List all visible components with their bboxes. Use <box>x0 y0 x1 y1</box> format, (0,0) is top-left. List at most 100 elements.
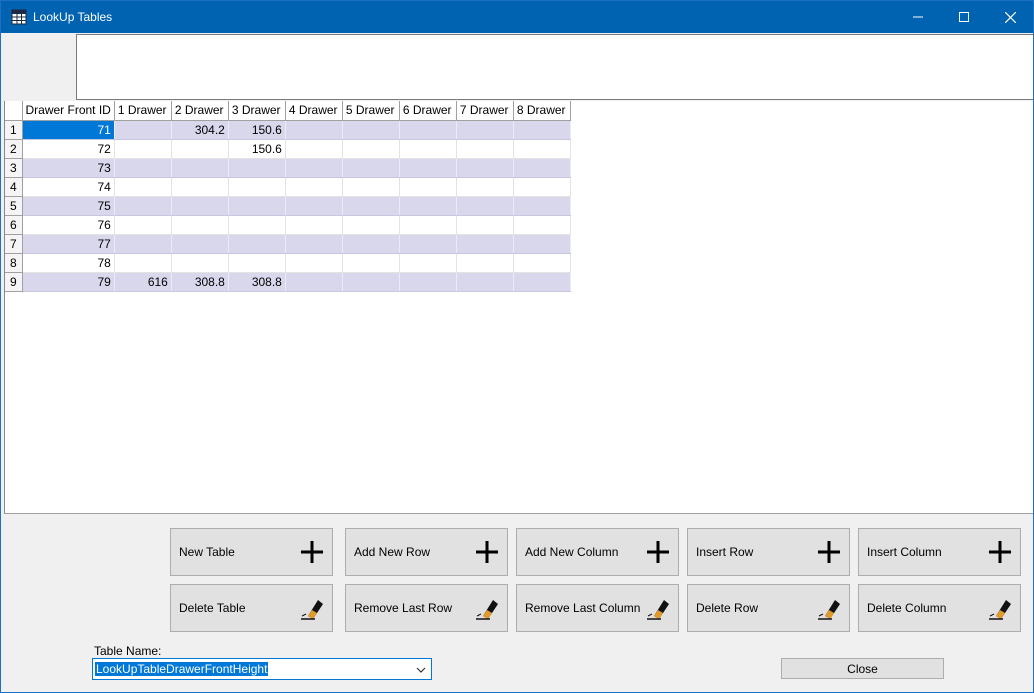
grid-cell[interactable]: 79 <box>22 272 115 292</box>
grid-cell[interactable] <box>513 177 571 197</box>
table-row[interactable]: 4 74 <box>5 176 571 197</box>
grid-cell[interactable] <box>228 215 286 235</box>
grid-cell[interactable]: 308.8 <box>171 272 229 292</box>
add-new-row-button[interactable]: Add New Row <box>345 528 508 576</box>
column-header[interactable]: Drawer Front ID <box>21 101 115 121</box>
maximize-button[interactable] <box>941 1 987 33</box>
close-window-button[interactable] <box>987 1 1033 33</box>
grid-cell[interactable]: 77 <box>22 234 115 254</box>
grid-cell[interactable] <box>171 158 229 178</box>
grid-cell[interactable] <box>513 234 571 254</box>
grid-cell[interactable]: 78 <box>22 253 115 273</box>
row-header[interactable]: 6 <box>5 214 23 235</box>
table-row[interactable]: 7 77 <box>5 233 571 254</box>
table-row[interactable]: 3 73 <box>5 157 571 178</box>
row-header[interactable]: 5 <box>5 195 23 216</box>
grid-cell[interactable] <box>399 215 457 235</box>
grid-cell[interactable] <box>399 139 457 159</box>
grid-cell[interactable]: 75 <box>22 196 115 216</box>
grid-cell[interactable]: 150.6 <box>228 139 286 159</box>
grid-cell[interactable] <box>285 253 343 273</box>
grid-cell[interactable]: 76 <box>22 215 115 235</box>
grid-cell[interactable] <box>285 196 343 216</box>
grid-cell[interactable] <box>342 272 400 292</box>
column-header[interactable]: 2 Drawer <box>170 101 229 121</box>
column-header[interactable]: 7 Drawer <box>455 101 514 121</box>
table-row[interactable]: 6 76 <box>5 214 571 235</box>
grid-cell[interactable]: 74 <box>22 177 115 197</box>
grid-cell[interactable] <box>456 272 514 292</box>
insert-row-button[interactable]: Insert Row <box>687 528 850 576</box>
column-header[interactable]: 4 Drawer <box>284 101 343 121</box>
grid-cell[interactable] <box>456 215 514 235</box>
column-header[interactable]: 1 Drawer <box>113 101 172 121</box>
grid-cell[interactable] <box>342 177 400 197</box>
remove-last-row-button[interactable]: Remove Last Row <box>345 584 508 632</box>
column-header[interactable]: 6 Drawer <box>398 101 457 121</box>
minimize-button[interactable] <box>895 1 941 33</box>
grid-cell[interactable] <box>513 139 571 159</box>
grid-cell[interactable]: 73 <box>22 158 115 178</box>
grid-cell[interactable] <box>399 177 457 197</box>
table-row[interactable]: 1 71 304.2 150.6 <box>5 119 571 140</box>
grid-cell[interactable] <box>456 158 514 178</box>
close-button[interactable]: Close <box>781 658 944 679</box>
grid-cell[interactable] <box>342 234 400 254</box>
grid-cell[interactable] <box>228 158 286 178</box>
grid-cell[interactable] <box>342 196 400 216</box>
table-row[interactable]: 8 78 <box>5 252 571 273</box>
grid-cell[interactable] <box>114 234 172 254</box>
grid-cell[interactable] <box>456 196 514 216</box>
grid-cell[interactable] <box>114 120 172 140</box>
grid-cell[interactable] <box>342 215 400 235</box>
grid-cell[interactable]: 308.8 <box>228 272 286 292</box>
grid-cell[interactable] <box>285 234 343 254</box>
row-header[interactable]: 9 <box>5 271 23 292</box>
grid-cell[interactable] <box>456 120 514 140</box>
grid-cell[interactable] <box>513 120 571 140</box>
grid-cell[interactable] <box>285 139 343 159</box>
grid-cell[interactable] <box>228 177 286 197</box>
grid-cell[interactable] <box>171 215 229 235</box>
grid-cell[interactable] <box>399 272 457 292</box>
grid-cell[interactable]: 71 <box>22 120 115 140</box>
table-description-box[interactable] <box>76 34 1033 100</box>
remove-last-column-button[interactable]: Remove Last Column <box>516 584 679 632</box>
lookup-data-grid[interactable]: Drawer Front ID 1 Drawer 2 Drawer 3 Drawer 4… <box>4 101 1033 514</box>
title-bar[interactable]: LookUp Tables <box>1 1 1033 33</box>
row-header[interactable]: 7 <box>5 233 23 254</box>
grid-cell[interactable] <box>114 215 172 235</box>
grid-corner[interactable] <box>5 101 23 121</box>
grid-cell[interactable] <box>171 253 229 273</box>
grid-cell[interactable] <box>114 177 172 197</box>
row-header[interactable]: 3 <box>5 157 23 178</box>
grid-cell[interactable] <box>456 253 514 273</box>
grid-cell[interactable] <box>513 158 571 178</box>
grid-cell[interactable] <box>342 158 400 178</box>
grid-cell[interactable]: 616 <box>114 272 172 292</box>
row-header[interactable]: 1 <box>5 119 23 140</box>
delete-row-button[interactable]: Delete Row <box>687 584 850 632</box>
delete-column-button[interactable]: Delete Column <box>858 584 1021 632</box>
grid-cell[interactable] <box>513 215 571 235</box>
row-header[interactable]: 4 <box>5 176 23 197</box>
grid-cell[interactable] <box>513 272 571 292</box>
grid-cell[interactable] <box>171 177 229 197</box>
column-header[interactable]: 5 Drawer <box>341 101 400 121</box>
table-row[interactable]: 2 72 150.6 <box>5 138 571 159</box>
grid-cell[interactable] <box>285 272 343 292</box>
grid-cell[interactable] <box>285 158 343 178</box>
column-header[interactable]: 8 Drawer <box>512 101 571 121</box>
new-table-button[interactable]: New Table <box>170 528 333 576</box>
grid-cell[interactable] <box>114 196 172 216</box>
row-header[interactable]: 2 <box>5 138 23 159</box>
grid-cell[interactable] <box>285 177 343 197</box>
grid-cell[interactable] <box>285 215 343 235</box>
grid-cell[interactable]: 304.2 <box>171 120 229 140</box>
grid-cell[interactable] <box>399 253 457 273</box>
grid-cell[interactable] <box>114 253 172 273</box>
grid-cell[interactable] <box>171 196 229 216</box>
grid-cell[interactable] <box>399 196 457 216</box>
delete-table-button[interactable]: Delete Table <box>170 584 333 632</box>
grid-cell[interactable] <box>399 158 457 178</box>
